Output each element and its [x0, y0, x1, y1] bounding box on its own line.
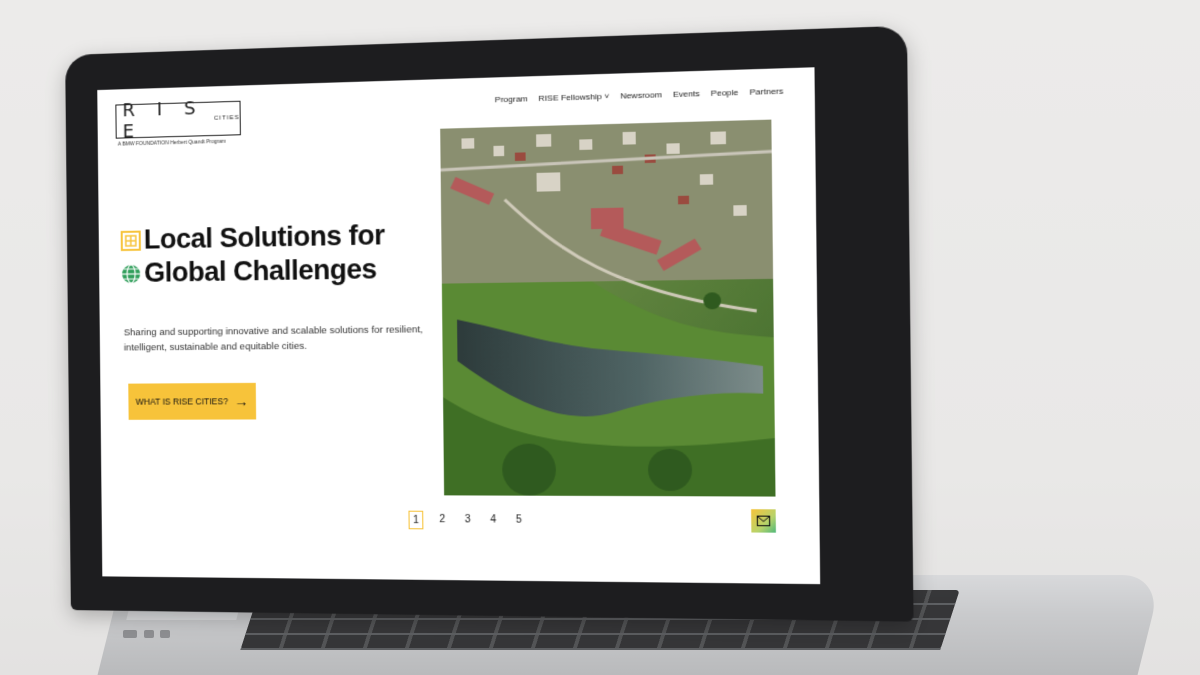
page-5-button[interactable]: 5 — [512, 511, 525, 528]
laptop-port — [160, 630, 170, 638]
main-nav: Program RISE Fellowship ˅ Newsroom Event… — [495, 86, 784, 104]
globe-icon — [121, 263, 141, 283]
nav-item-events[interactable]: Events — [673, 89, 700, 99]
cta-label: WHAT IS RISE CITIES? — [135, 396, 229, 407]
newsletter-button[interactable] — [751, 509, 776, 533]
nav-item-rise-fellowship[interactable]: RISE Fellowship ˅ — [538, 92, 609, 104]
hero-subtitle: Sharing and supporting innovative and sc… — [123, 324, 423, 354]
page-1-button[interactable]: 1 — [408, 510, 424, 530]
logo-letters: R I S E — [122, 97, 204, 143]
carousel-pagination: 1 2 3 4 5 — [408, 510, 525, 530]
page-4-button[interactable]: 4 — [487, 511, 500, 528]
nav-item-newsroom[interactable]: Newsroom — [620, 90, 662, 101]
arrow-right-icon: → — [234, 393, 249, 410]
laptop-port — [123, 630, 137, 638]
site-logo[interactable]: R I S E CITIES — [115, 98, 241, 143]
laptop-port — [144, 630, 154, 638]
nav-item-people[interactable]: People — [711, 88, 739, 98]
browser-viewport: R I S E CITIES A BMW FOUNDATION Herbert … — [97, 67, 821, 585]
laptop-lid: R I S E CITIES A BMW FOUNDATION Herbert … — [65, 25, 914, 622]
what-is-rise-cities-button[interactable]: WHAT IS RISE CITIES? → — [128, 382, 257, 420]
building-icon — [121, 230, 141, 250]
nav-item-partners[interactable]: Partners — [750, 86, 784, 97]
mail-icon — [757, 516, 770, 527]
page-3-button[interactable]: 3 — [461, 511, 474, 528]
logo-cities: CITIES — [213, 114, 240, 122]
hero-headline: Local Solutions for Global Challenges — [121, 219, 430, 291]
hero-title-line-2: Global Challenges — [143, 253, 377, 288]
page-2-button[interactable]: 2 — [436, 511, 449, 528]
hero-title-line-1: Local Solutions for — [143, 219, 385, 255]
nav-item-program[interactable]: Program — [495, 94, 528, 104]
hero-aerial-image — [440, 119, 776, 497]
